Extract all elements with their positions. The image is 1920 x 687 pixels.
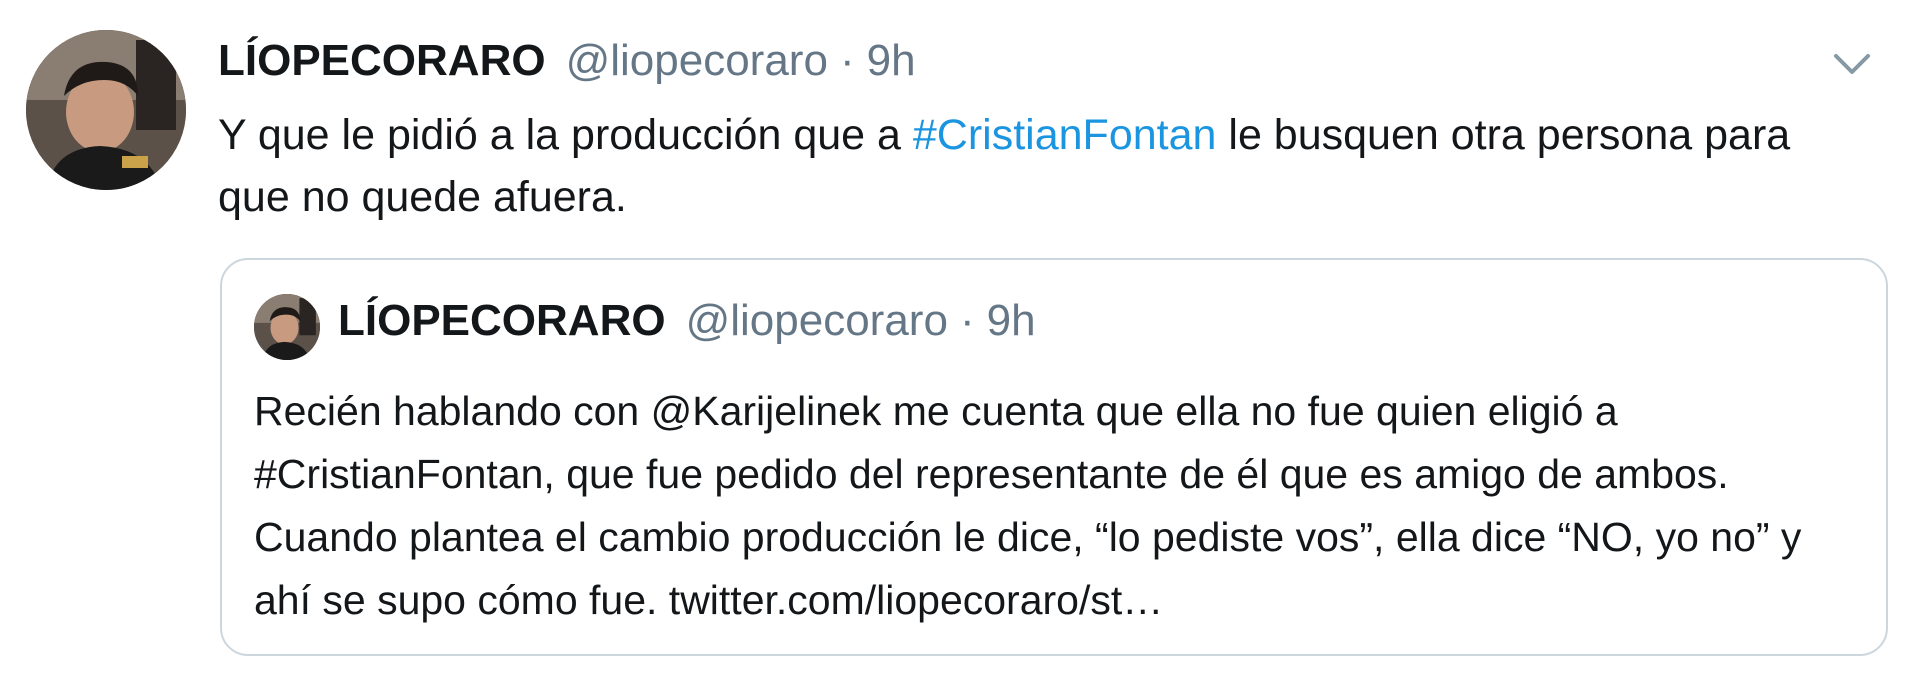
author-name[interactable]: LÍOPECORARO <box>218 36 546 86</box>
tweet-text-start: Y que le pidió a la producción que a <box>218 111 913 159</box>
hashtag-link[interactable]: #CristianFontan <box>913 111 1217 159</box>
quoted-tweet-header: LÍOPECORARO @liopecoraro · 9h <box>338 296 1036 356</box>
author-handle[interactable]: @liopecoraro <box>566 36 828 86</box>
quoted-author-handle: @liopecoraro <box>685 296 948 345</box>
quoted-timestamp: 9h <box>986 296 1036 345</box>
quoted-tweet-card[interactable]: LÍOPECORARO @liopecoraro · 9h Recién hab… <box>220 258 1888 656</box>
quoted-tweet-text: Recién hablando con @Karijelinek me cuen… <box>254 388 1802 623</box>
quoted-author-name: LÍOPECORARO <box>338 296 666 345</box>
separator-dot: · <box>839 36 855 85</box>
chevron-down-icon[interactable] <box>1832 50 1872 78</box>
tweet[interactable]: LÍOPECORARO @liopecoraro · 9h Y que le p… <box>0 0 1920 687</box>
timestamp[interactable]: 9h <box>867 36 916 86</box>
author-avatar[interactable] <box>26 30 186 190</box>
quoted-separator-dot: · <box>959 296 975 345</box>
tweet-header: LÍOPECORARO @liopecoraro · 9h <box>218 36 916 96</box>
tweet-text: Y que le pidió a la producción que a #Cr… <box>218 104 1838 228</box>
quoted-author-avatar <box>254 294 320 360</box>
